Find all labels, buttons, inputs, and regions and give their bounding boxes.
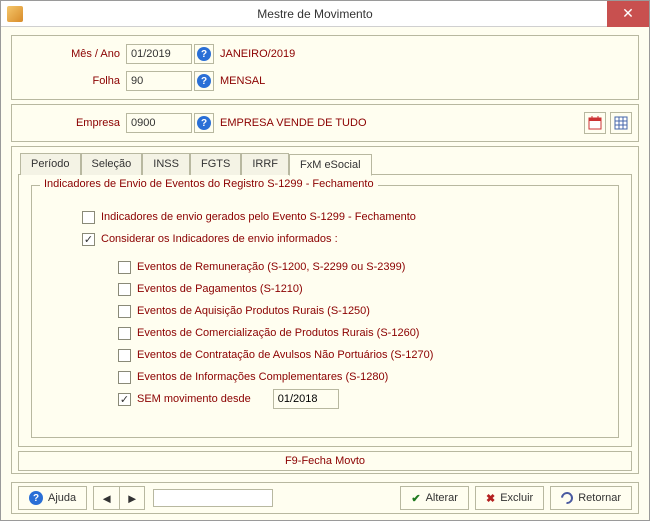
desc-empresa: EMPRESA VENDE DE TUDO: [220, 117, 367, 129]
status-text: F9-Fecha Movto: [285, 455, 365, 467]
header-panel-1: Mês / Ano ? JANEIRO/2019 Folha ? MENSAL: [11, 35, 639, 100]
row-opt-gerados: Indicadores de envio gerados pelo Evento…: [82, 206, 606, 228]
label-pagamentos: Eventos de Pagamentos (S-1210): [137, 283, 303, 295]
row-empresa: Empresa ? EMPRESA VENDE DE TUDO: [18, 111, 584, 135]
checkbox-complementares[interactable]: [118, 371, 131, 384]
calendar-icon: [588, 116, 602, 130]
label-aquisicao: Eventos de Aquisição Produtos Rurais (S-…: [137, 305, 370, 317]
group-legend: Indicadores de Envio de Eventos do Regis…: [40, 178, 378, 190]
help-empresa[interactable]: ?: [194, 113, 214, 133]
checkbox-comercializacao[interactable]: [118, 327, 131, 340]
tab-irrf[interactable]: IRRF: [241, 153, 289, 175]
alterar-button[interactable]: ✔ Alterar: [400, 486, 469, 510]
group-indicadores: Indicadores de Envio de Eventos do Regis…: [31, 185, 619, 438]
check-icon: ✔: [411, 492, 420, 505]
tab-fxm-esocial[interactable]: FxM eSocial: [289, 154, 372, 176]
prev-button[interactable]: ◄: [93, 486, 119, 510]
checkbox-opt-considerar[interactable]: ✓: [82, 233, 95, 246]
label-complementares: Eventos de Informações Complementares (S…: [137, 371, 388, 383]
window-title: Mestre de Movimento: [23, 7, 607, 21]
progress-bar: [153, 489, 273, 507]
label-opt-gerados: Indicadores de envio gerados pelo Evento…: [101, 211, 416, 223]
label-avulsos: Eventos de Contratação de Avulsos Não Po…: [137, 349, 433, 361]
tabpage-fxm: Indicadores de Envio de Eventos do Regis…: [18, 174, 632, 447]
titlebar: Mestre de Movimento ✕: [1, 1, 649, 27]
alterar-label: Alterar: [426, 492, 458, 504]
excluir-label: Excluir: [500, 492, 533, 504]
row-comercializacao: Eventos de Comercialização de Produtos R…: [118, 322, 606, 344]
statusbar: F9-Fecha Movto: [18, 451, 632, 471]
grid-button[interactable]: [610, 112, 632, 134]
checkbox-avulsos[interactable]: [118, 349, 131, 362]
tabstrip: Período Seleção INSS FGTS IRRF FxM eSoci…: [18, 153, 632, 175]
checkbox-sem-movimento[interactable]: ✓: [118, 393, 131, 406]
grid-icon: [614, 116, 628, 130]
tab-periodo[interactable]: Período: [20, 153, 81, 175]
help-icon: ?: [197, 47, 211, 61]
retornar-label: Retornar: [578, 492, 621, 504]
help-mes-ano[interactable]: ?: [194, 44, 214, 64]
checkbox-opt-gerados[interactable]: [82, 211, 95, 224]
next-button[interactable]: ►: [119, 486, 145, 510]
bottombar: ? Ajuda ◄ ► ✔ Alterar ✖ Excluir Retornar: [11, 482, 639, 514]
desc-folha: MENSAL: [220, 75, 265, 87]
input-sem-movimento[interactable]: [273, 389, 339, 409]
header-panel-2: Empresa ? EMPRESA VENDE DE TUDO: [11, 104, 639, 142]
help-label: Ajuda: [48, 492, 76, 504]
help-folha[interactable]: ?: [194, 71, 214, 91]
help-icon: ?: [197, 74, 211, 88]
checkbox-remuneracao[interactable]: [118, 261, 131, 274]
row-remuneracao: Eventos de Remuneração (S-1200, S-2299 o…: [118, 256, 606, 278]
x-icon: ✖: [486, 492, 495, 505]
arrow-right-icon: ►: [126, 491, 139, 506]
return-icon: [559, 490, 576, 507]
input-folha[interactable]: [126, 71, 192, 91]
label-opt-considerar: Considerar os Indicadores de envio infor…: [101, 233, 338, 245]
excluir-button[interactable]: ✖ Excluir: [475, 486, 544, 510]
row-opt-considerar: ✓ Considerar os Indicadores de envio inf…: [82, 228, 606, 250]
retornar-button[interactable]: Retornar: [550, 486, 632, 510]
desc-mes-ano: JANEIRO/2019: [220, 48, 295, 60]
tab-fgts[interactable]: FGTS: [190, 153, 241, 175]
input-mes-ano[interactable]: [126, 44, 192, 64]
help-icon: ?: [197, 116, 211, 130]
row-pagamentos: Eventos de Pagamentos (S-1210): [118, 278, 606, 300]
row-folha: Folha ? MENSAL: [18, 69, 632, 93]
label-folha: Folha: [18, 75, 126, 87]
tabs-wrap: Período Seleção INSS FGTS IRRF FxM eSoci…: [11, 146, 639, 474]
checkbox-pagamentos[interactable]: [118, 283, 131, 296]
label-comercializacao: Eventos de Comercialização de Produtos R…: [137, 327, 419, 339]
label-mes-ano: Mês / Ano: [18, 48, 126, 60]
checkbox-aquisicao[interactable]: [118, 305, 131, 318]
row-avulsos: Eventos de Contratação de Avulsos Não Po…: [118, 344, 606, 366]
row-aquisicao: Eventos de Aquisição Produtos Rurais (S-…: [118, 300, 606, 322]
tab-selecao[interactable]: Seleção: [81, 153, 143, 175]
row-sem-movimento: ✓ SEM movimento desde: [118, 388, 606, 410]
input-empresa[interactable]: [126, 113, 192, 133]
tab-inss[interactable]: INSS: [142, 153, 190, 175]
arrow-left-icon: ◄: [100, 491, 113, 506]
calendar-button[interactable]: [584, 112, 606, 134]
close-icon: ✕: [622, 5, 634, 22]
row-complementares: Eventos de Informações Complementares (S…: [118, 366, 606, 388]
label-remuneracao: Eventos de Remuneração (S-1200, S-2299 o…: [137, 261, 405, 273]
app-icon: [7, 6, 23, 22]
window: Mestre de Movimento ✕ Mês / Ano ? JANEIR…: [0, 0, 650, 521]
help-button[interactable]: ? Ajuda: [18, 486, 87, 510]
content: Mês / Ano ? JANEIRO/2019 Folha ? MENSAL …: [1, 27, 649, 520]
help-icon: ?: [29, 491, 43, 505]
close-button[interactable]: ✕: [607, 1, 649, 27]
label-sem-movimento: SEM movimento desde: [137, 393, 251, 405]
row-mes-ano: Mês / Ano ? JANEIRO/2019: [18, 42, 632, 66]
label-empresa: Empresa: [18, 117, 126, 129]
